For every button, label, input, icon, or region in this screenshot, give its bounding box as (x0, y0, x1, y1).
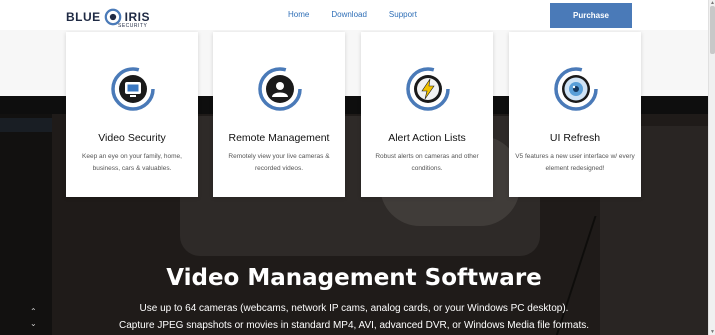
logo-subtitle: SECURITY (118, 23, 148, 29)
card-title: Remote Management (228, 132, 330, 144)
site-header: BLUE IRIS SECURITY Home Download Support… (0, 0, 708, 30)
card-title: Video Security (98, 132, 166, 144)
purchase-button[interactable]: Purchase (550, 3, 632, 28)
card-description: Keep an eye on your family, home, busine… (82, 153, 182, 172)
blue-iris-logo[interactable]: BLUE IRIS SECURITY (66, 4, 150, 30)
card-title: UI Refresh (549, 132, 601, 144)
nav-download[interactable]: Download (331, 10, 367, 19)
feature-card-remote-management[interactable]: Remote Management Remotely view your liv… (213, 32, 345, 197)
user-icon (258, 67, 302, 111)
hero-description-line-1: Use up to 64 cameras (webcams, network I… (139, 303, 569, 314)
logo-text-blue: BLUE (66, 10, 101, 24)
card-description: V5 features a new user interface w/ ever… (515, 153, 635, 172)
page-scrollbar[interactable]: ▲ ▼ (708, 0, 715, 335)
eye-icon (554, 67, 598, 111)
card-description: Remotely view your live cameras & record… (228, 153, 330, 172)
feature-card-alert-action-lists[interactable]: Alert Action Lists Robust alerts on came… (361, 32, 493, 197)
camera-monitor-icon (111, 67, 155, 111)
scrollbar-thumb[interactable] (710, 6, 715, 54)
feature-card-video-security[interactable]: Video Security Keep an eye on your famil… (66, 32, 198, 197)
card-title: Alert Action Lists (388, 132, 466, 144)
lightning-icon (406, 67, 450, 111)
feature-card-ui-refresh[interactable]: UI Refresh V5 features a new user interf… (509, 32, 641, 197)
main-nav: Home Download Support (288, 10, 439, 19)
hero-title: Video Management Software (166, 265, 542, 291)
scroll-down-arrow-icon[interactable]: ▼ (710, 329, 715, 335)
card-description: Robust alerts on cameras and other condi… (375, 153, 479, 172)
nav-support[interactable]: Support (389, 10, 417, 19)
hero-description-line-2: Capture JPEG snapshots or movies in stan… (118, 320, 590, 331)
logo-text-iris: IRIS (124, 10, 151, 24)
nav-home[interactable]: Home (288, 10, 309, 19)
